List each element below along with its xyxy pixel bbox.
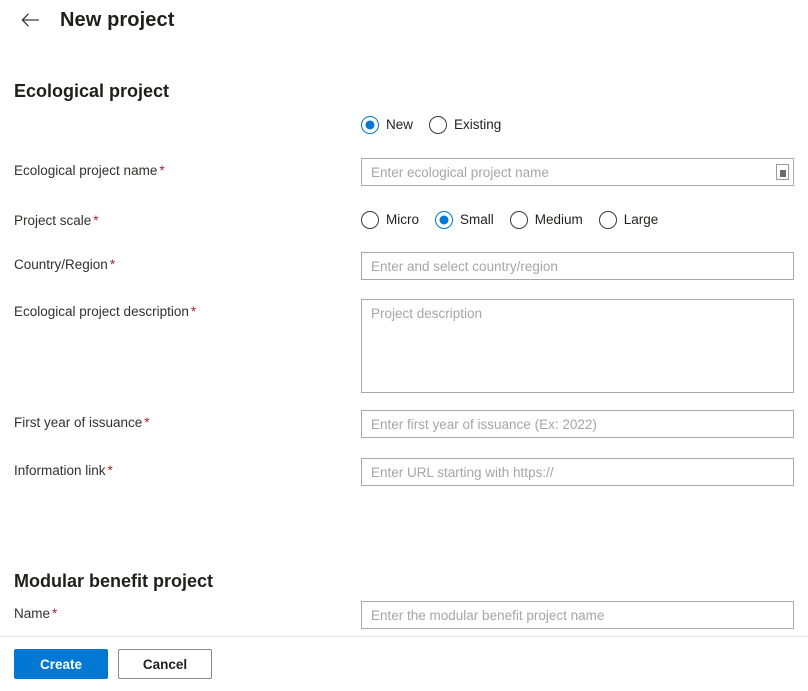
project-type-control: New Existing bbox=[361, 113, 794, 137]
radio-group-project-scale[interactable]: Micro Small Medium Large bbox=[361, 208, 794, 232]
label-text: Project scale bbox=[14, 213, 92, 228]
label-first-year-of-issuance: First year of issuance * bbox=[14, 410, 361, 432]
required-asterisk: * bbox=[107, 463, 113, 478]
required-asterisk: * bbox=[93, 213, 99, 228]
row-project-scale: Project scale * Micro Small Medium Large bbox=[0, 208, 808, 232]
label-information-link: Information link * bbox=[14, 458, 361, 480]
row-project-type: New Existing bbox=[0, 113, 808, 137]
page-header: New project bbox=[0, 0, 808, 40]
arrow-left-icon bbox=[20, 12, 40, 28]
radio-mark-icon bbox=[361, 116, 379, 134]
control-modular-benefit-project-name bbox=[361, 601, 794, 629]
page-title: New project bbox=[60, 9, 175, 31]
radio-label: Existing bbox=[454, 117, 502, 132]
back-button[interactable] bbox=[14, 4, 46, 36]
footer-action-bar: Create Cancel bbox=[0, 636, 808, 691]
create-button[interactable]: Create bbox=[14, 649, 108, 679]
label-text: Information link bbox=[14, 463, 106, 478]
row-first-year-of-issuance: First year of issuance * bbox=[0, 410, 808, 438]
control-information-link bbox=[361, 458, 794, 486]
radio-mark-icon bbox=[435, 211, 453, 229]
row-ecological-project-description: Ecological project description * bbox=[0, 299, 808, 398]
label-country-region: Country/Region * bbox=[14, 252, 361, 274]
modular-benefit-project-name-input[interactable] bbox=[361, 601, 794, 629]
label-project-scale: Project scale * bbox=[14, 208, 361, 230]
label-modular-benefit-project-name: Name * bbox=[14, 601, 361, 623]
required-asterisk: * bbox=[109, 257, 116, 272]
ecological-project-name-input[interactable] bbox=[361, 158, 794, 186]
first-year-of-issuance-input[interactable] bbox=[361, 410, 794, 438]
radio-label: Medium bbox=[534, 212, 583, 227]
row-country-region: Country/Region * bbox=[0, 252, 808, 280]
ime-mode-icon[interactable] bbox=[776, 164, 789, 180]
radio-project-scale-small[interactable]: Small bbox=[435, 211, 494, 229]
form-scroll-region[interactable]: Ecological project New Existing Ecologic… bbox=[0, 40, 808, 636]
row-label-project-type bbox=[14, 113, 361, 117]
radio-label: New bbox=[386, 117, 414, 132]
row-ecological-project-name: Ecological project name * bbox=[0, 158, 808, 186]
information-link-input[interactable] bbox=[361, 458, 794, 486]
radio-project-scale-large[interactable]: Large bbox=[598, 211, 659, 229]
radio-group-project-type[interactable]: New Existing bbox=[361, 113, 794, 137]
control-ecological-project-description bbox=[361, 299, 794, 398]
radio-project-type-existing[interactable]: Existing bbox=[429, 116, 501, 134]
label-ecological-project-description: Ecological project description * bbox=[14, 299, 361, 321]
section-heading-ecological-project: Ecological project bbox=[14, 81, 170, 101]
label-text: Country/Region bbox=[14, 257, 108, 272]
radio-mark-icon bbox=[361, 211, 379, 229]
required-asterisk: * bbox=[52, 606, 58, 621]
radio-mark-icon bbox=[598, 211, 617, 229]
row-modular-benefit-project-name: Name * bbox=[0, 601, 808, 629]
label-ecological-project-name: Ecological project name * bbox=[14, 158, 361, 180]
required-asterisk: * bbox=[190, 304, 197, 319]
cancel-button[interactable]: Cancel bbox=[118, 649, 212, 679]
row-information-link: Information link * bbox=[0, 458, 808, 486]
control-first-year-of-issuance bbox=[361, 410, 794, 438]
radio-project-scale-medium[interactable]: Medium bbox=[509, 211, 583, 229]
control-country-region bbox=[361, 252, 794, 280]
radio-mark-icon bbox=[429, 116, 448, 134]
radio-project-scale-micro[interactable]: Micro bbox=[361, 211, 419, 229]
radio-label: Micro bbox=[386, 212, 419, 227]
control-project-scale: Micro Small Medium Large bbox=[361, 208, 794, 232]
radio-label: Large bbox=[623, 212, 659, 227]
radio-label: Small bbox=[460, 212, 494, 227]
label-text: Ecological project name bbox=[14, 163, 158, 178]
label-text: Ecological project description bbox=[14, 304, 189, 319]
ecological-project-description-textarea[interactable] bbox=[361, 299, 794, 393]
radio-project-type-new[interactable]: New bbox=[361, 116, 413, 134]
country-region-input[interactable] bbox=[361, 252, 794, 280]
required-asterisk: * bbox=[144, 415, 150, 430]
required-asterisk: * bbox=[159, 163, 165, 178]
label-text: First year of issuance bbox=[14, 415, 143, 430]
section-heading-modular-benefit-project: Modular benefit project bbox=[14, 571, 214, 591]
radio-mark-icon bbox=[509, 211, 528, 229]
label-text: Name bbox=[14, 606, 51, 621]
control-ecological-project-name bbox=[361, 158, 794, 186]
